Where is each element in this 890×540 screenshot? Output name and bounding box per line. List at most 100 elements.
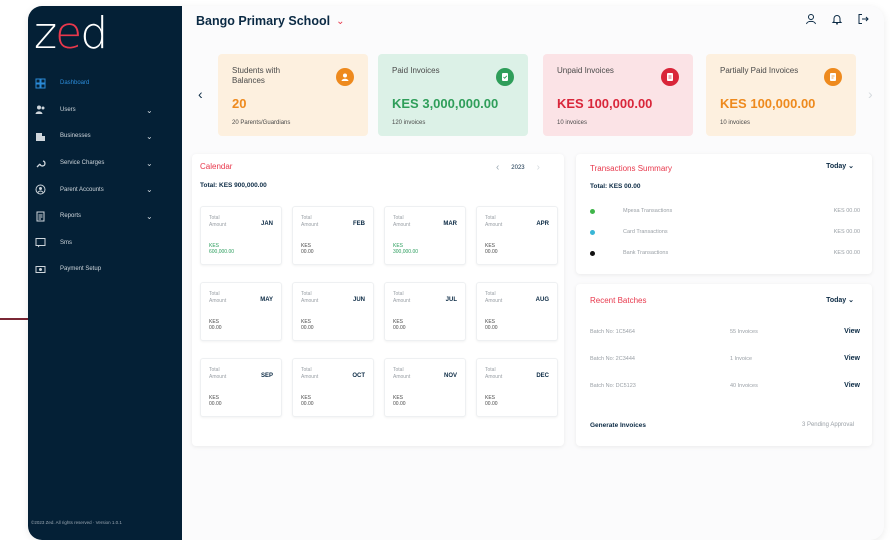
businesses-icon <box>34 130 46 142</box>
stat-card[interactable]: Paid Invoices KES 3,000,000.00 120 invoice… <box>378 54 528 136</box>
zed-logo: zed <box>34 8 108 59</box>
prev-year-button[interactable]: ‹ <box>496 162 499 173</box>
chevron-down-icon: ⌄ <box>146 132 153 142</box>
batches-period-dropdown[interactable]: Today ⌄ <box>826 296 854 304</box>
chevron-down-icon: ⌄ <box>146 105 153 115</box>
month-amount: 00.00 <box>209 325 222 331</box>
generate-invoices-link[interactable]: Generate Invoices <box>590 422 646 429</box>
total-amount-label: Total Amount <box>209 215 227 228</box>
view-batch-button[interactable]: View <box>844 382 860 389</box>
month-name: MAY <box>260 297 273 303</box>
month-card-may[interactable]: Total Amount MAY KES 00.00 <box>200 282 282 341</box>
school-selector[interactable]: Bango Primary School ⌄ <box>196 14 344 28</box>
batch-number: Batch No: 2C3444 <box>590 356 635 362</box>
calendar-panel: Calendar Total: KES 900,000.00 ‹ 2023 › … <box>192 154 564 446</box>
sidebar-item-label: Reports <box>60 213 82 220</box>
sidebar-item-businesses[interactable]: Businesses ⌄ <box>28 123 182 150</box>
stat-title: Students with Balances <box>232 66 281 85</box>
month-card-dec[interactable]: Total Amount DEC KES 00.00 <box>476 358 558 417</box>
service-charges-icon <box>34 157 46 169</box>
month-name: FEB <box>353 221 365 227</box>
sidebar-item-parent-accounts[interactable]: Parent Accounts ⌄ <box>28 176 182 203</box>
period-label: Today <box>826 163 847 170</box>
chevron-down-icon: ⌄ <box>146 158 153 168</box>
view-batch-button[interactable]: View <box>844 355 860 362</box>
year-navigator: ‹ 2023 › <box>496 162 540 173</box>
carousel-prev-button[interactable]: ‹ <box>198 86 203 102</box>
month-amount: 600,000.00 <box>209 249 235 255</box>
month-amount: 00.00 <box>393 401 406 407</box>
month-amount: 00.00 <box>301 325 314 331</box>
month-card-mar[interactable]: Total Amount MAR KES 300,000.00 <box>384 206 466 265</box>
batch-number: Batch No: 1C5464 <box>590 329 635 335</box>
chevron-down-icon: ⌄ <box>848 297 854 304</box>
month-name: NOV <box>443 373 457 379</box>
view-batch-button[interactable]: View <box>844 328 860 335</box>
batch-invoice-count: 1 Invoice <box>730 356 753 362</box>
total-amount-label: Total Amount <box>209 291 227 304</box>
batch-number: Batch No: DC5123 <box>590 383 636 389</box>
app-window: zed Dashboard Users ⌄ Businesses ⌄ Service Ch… <box>28 6 884 540</box>
legend-dot <box>590 208 595 214</box>
sidebar-item-dashboard[interactable]: Dashboard <box>28 70 182 97</box>
sidebar-item-payment-setup[interactable]: Payment Setup <box>28 256 182 283</box>
calendar-total: Total: KES 900,000.00 <box>200 182 267 189</box>
transaction-type: Mpesa Transactions <box>623 208 673 214</box>
month-amount: 00.00 <box>485 401 498 407</box>
total-amount-label: Total Amount <box>301 367 319 380</box>
parent-accounts-icon <box>34 184 46 196</box>
batch-row: Batch No: 1C5464 55 Invoices View <box>590 328 860 339</box>
month-amount: 300,000.00 <box>393 249 419 255</box>
month-amount: 00.00 <box>209 401 222 407</box>
profile-icon[interactable] <box>804 12 818 26</box>
carousel-next-button[interactable]: › <box>868 86 873 102</box>
user-icon <box>336 68 354 86</box>
stat-card[interactable]: Unpaid Invoices KES 100,000.00 10 invoices <box>543 54 693 136</box>
month-name: SEP <box>260 373 273 379</box>
users-icon <box>34 104 46 116</box>
total-amount-label: Total Amount <box>393 215 411 228</box>
transaction-amount: KES 00.00 <box>833 229 860 235</box>
sidebar-nav: Dashboard Users ⌄ Businesses ⌄ Service Charge… <box>28 70 182 283</box>
chevron-down-icon: ⌄ <box>848 163 854 170</box>
month-amount: 00.00 <box>301 249 314 255</box>
sidebar-item-reports[interactable]: Reports ⌄ <box>28 203 182 230</box>
month-card-aug[interactable]: Total Amount AUG KES 00.00 <box>476 282 558 341</box>
month-name: JUN <box>352 297 365 303</box>
month-card-jun[interactable]: Total Amount JUN KES 00.00 <box>292 282 374 341</box>
month-card-apr[interactable]: Total Amount APR KES 00.00 <box>476 206 558 265</box>
transaction-amount: KES 00.00 <box>833 208 860 214</box>
transaction-row: Bank Transactions KES 00.00 <box>590 248 860 258</box>
batches-title: Recent Batches <box>590 296 647 305</box>
month-card-nov[interactable]: Total Amount NOV KES 00.00 <box>384 358 466 417</box>
sidebar-item-label: Parent Accounts <box>60 186 104 193</box>
month-amount: 00.00 <box>485 325 498 331</box>
chevron-down-icon: ⌄ <box>146 185 153 195</box>
sidebar-item-users[interactable]: Users ⌄ <box>28 97 182 124</box>
stat-card[interactable]: Partially Paid Invoices KES 100,000.00 10 … <box>706 54 856 136</box>
stat-value: 20 <box>232 96 247 111</box>
bell-icon[interactable] <box>830 12 844 26</box>
callout-line <box>0 318 30 320</box>
month-name: AUG <box>535 297 549 303</box>
next-year-button[interactable]: › <box>537 162 540 173</box>
transactions-period-dropdown[interactable]: Today ⌄ <box>826 162 854 170</box>
total-amount-label: Total Amount <box>393 367 411 380</box>
stat-card[interactable]: Students with Balances 20 20 Parents/Guard… <box>218 54 368 136</box>
logout-icon[interactable] <box>856 12 870 26</box>
pending-approval-text: 3 Pending Approval <box>801 422 854 428</box>
sidebar-item-label: Payment Setup <box>60 266 102 273</box>
total-amount-label: Total Amount <box>393 291 411 304</box>
month-card-jan[interactable]: Total Amount JAN KES 600,000.00 <box>200 206 282 265</box>
month-name: DEC <box>536 373 549 379</box>
sidebar-item-service-charges[interactable]: Service Charges ⌄ <box>28 150 182 177</box>
paid-invoice-icon <box>496 68 514 86</box>
month-card-feb[interactable]: Total Amount FEB KES 00.00 <box>292 206 374 265</box>
month-card-sep[interactable]: Total Amount SEP KES 00.00 <box>200 358 282 417</box>
stat-title: Partially Paid Invoices <box>720 66 799 75</box>
batch-row: Batch No: DC5123 40 Invoices View <box>590 382 860 393</box>
calendar-title: Calendar <box>200 162 233 171</box>
month-card-oct[interactable]: Total Amount OCT KES 00.00 <box>292 358 374 417</box>
sidebar-item-sms[interactable]: Sms <box>28 230 182 257</box>
month-card-jul[interactable]: Total Amount JUL KES 00.00 <box>384 282 466 341</box>
